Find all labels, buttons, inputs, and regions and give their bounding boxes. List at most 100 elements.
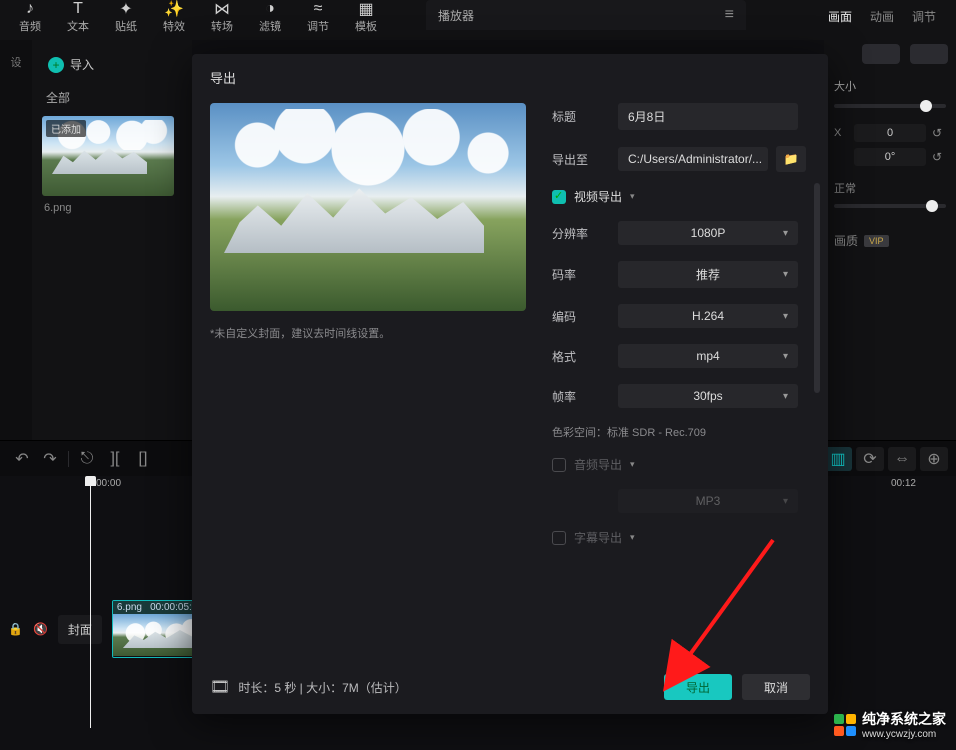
tool-effects-label: 特效 (150, 18, 198, 34)
text-icon: T (54, 0, 102, 18)
tool-template[interactable]: ▦模板 (342, 0, 390, 34)
tool-text-label: 文本 (54, 18, 102, 34)
rotate-value[interactable]: 0° (854, 148, 926, 166)
audio-format-select: MP3▾ (618, 489, 798, 513)
encode-select[interactable]: H.264▾ (618, 304, 798, 328)
cover-button[interactable]: 封面 (58, 615, 102, 644)
title-input[interactable]: 6月8日 (618, 103, 798, 130)
import-label: 导入 (70, 56, 94, 73)
tool-adjust[interactable]: ≈调节 (294, 0, 342, 34)
export-dialog-title: 导出 (192, 54, 828, 93)
opacity-slider[interactable] (834, 204, 946, 208)
playhead[interactable] (90, 478, 91, 728)
prop-chip-1[interactable] (862, 44, 900, 64)
media-thumb-name: 6.png (42, 202, 174, 214)
video-export-section[interactable]: 视频导出 ▾ (552, 188, 806, 205)
export-info-text: 时长：5 秒 | 大小：7M（估计） (238, 679, 406, 696)
transition-icon: ⋈ (198, 0, 246, 18)
form-scrollbar[interactable] (814, 183, 820, 532)
tool-btn-2[interactable]: ][ (101, 447, 129, 471)
split-button[interactable]: ⎋ (73, 447, 101, 471)
video-checkbox[interactable] (552, 190, 566, 204)
slider-knob[interactable] (920, 100, 932, 112)
tool-filter[interactable]: ◑滤镜 (246, 0, 294, 34)
resolution-select[interactable]: 1080P▾ (618, 221, 798, 245)
size-label: 大小 (834, 78, 946, 94)
subtitle-checkbox[interactable] (552, 531, 566, 545)
tool-transition[interactable]: ⋈转场 (198, 0, 246, 34)
plus-icon: + (48, 57, 64, 73)
export-button[interactable]: 导出 (664, 674, 732, 700)
media-thumb[interactable]: 已添加 6.png (42, 116, 174, 214)
quality-row: 画质 VIP (834, 232, 946, 249)
reset-rotate-icon[interactable]: ↺ (932, 150, 946, 164)
prop-chip-2[interactable] (910, 44, 948, 64)
redo-button[interactable]: ↷ (36, 447, 64, 471)
x-value[interactable]: 0 (854, 124, 926, 142)
bitrate-select[interactable]: 推荐▾ (618, 261, 798, 288)
tool-btn-3[interactable]: [] (129, 447, 157, 471)
reset-x-icon[interactable]: ↺ (932, 126, 946, 140)
title-label: 标题 (552, 108, 618, 125)
clip-name: 6.png (117, 602, 142, 613)
magnet-button[interactable]: ▥ (824, 447, 852, 471)
sidebar-item[interactable]: 设 (0, 46, 32, 78)
video-section-label: 视频导出 (574, 188, 622, 205)
resolution-label: 分辨率 (552, 225, 618, 242)
cancel-button[interactable]: 取消 (742, 674, 810, 700)
media-thumb-image: 已添加 (42, 116, 174, 196)
tool-text[interactable]: T文本 (54, 0, 102, 34)
browse-button[interactable]: 📁 (776, 146, 806, 172)
bitrate-label: 码率 (552, 266, 618, 283)
sticker-icon: ✦ (102, 0, 150, 18)
tool-filter-label: 滤镜 (246, 18, 294, 34)
media-category-all[interactable]: 全部 (46, 89, 182, 106)
music-icon: ♪ (6, 0, 54, 18)
export-form: 标题 6月8日 导出至 C:/Users/Administrator/... 📁… (552, 103, 820, 562)
top-toolbar: ♪音频 T文本 ✦贴纸 ✨特效 ⋈转场 ◑滤镜 ≈调节 ▦模板 播放器 ≡ 画面… (0, 0, 956, 40)
lock-icon[interactable]: 🔒 (8, 622, 23, 636)
tab-animation[interactable]: 动画 (870, 8, 894, 25)
undo-button[interactable]: ↶ (8, 447, 36, 471)
fps-select[interactable]: 30fps▾ (618, 384, 798, 408)
left-sidebar: 设 (0, 40, 32, 440)
more-button[interactable]: ⊕ (920, 447, 948, 471)
format-label: 格式 (552, 348, 618, 365)
property-tabs: 画面 动画 调节 (814, 0, 950, 33)
format-select[interactable]: mp4▾ (618, 344, 798, 368)
tool-sticker[interactable]: ✦贴纸 (102, 0, 150, 34)
effects-icon: ✨ (150, 0, 198, 18)
tool-template-label: 模板 (342, 18, 390, 34)
adjust-icon: ≈ (294, 0, 342, 18)
player-tab[interactable]: 播放器 ≡ (426, 0, 746, 30)
menu-icon[interactable]: ≡ (725, 6, 734, 24)
size-slider[interactable] (834, 104, 946, 108)
link-button[interactable]: ⟳ (856, 447, 884, 471)
align-button[interactable]: ⇔ (888, 447, 916, 471)
added-badge: 已添加 (46, 120, 86, 137)
mute-icon[interactable]: 🔇 (33, 622, 48, 636)
tool-audio-label: 音频 (6, 18, 54, 34)
subtitle-export-section[interactable]: 字幕导出 ▾ (552, 529, 806, 546)
encode-label: 编码 (552, 308, 618, 325)
audio-checkbox[interactable] (552, 458, 566, 472)
folder-icon: 📁 (784, 152, 799, 166)
slider-knob-2[interactable] (926, 200, 938, 212)
media-panel: + 导入 全部 已添加 6.png (32, 40, 192, 440)
tool-audio[interactable]: ♪音频 (6, 0, 54, 34)
vip-badge: VIP (864, 235, 889, 247)
tab-adjust[interactable]: 调节 (912, 8, 936, 25)
ruler-start: 00:00 (96, 478, 121, 489)
tool-effects[interactable]: ✨特效 (150, 0, 198, 34)
export-preview (210, 103, 526, 311)
chevron-down-icon: ▾ (630, 532, 635, 543)
colorspace-info: 色彩空间：标准 SDR - Rec.709 (552, 424, 806, 440)
tab-canvas[interactable]: 画面 (828, 8, 852, 25)
x-label: X (834, 127, 848, 139)
path-input[interactable]: C:/Users/Administrator/... (618, 147, 768, 171)
import-button[interactable]: + 导入 (42, 54, 182, 75)
cover-tip: *未自定义封面，建议去时间线设置。 (210, 325, 526, 341)
watermark: 纯净系统之家 www.ycwzjy.com (834, 709, 946, 740)
audio-export-section[interactable]: 音频导出 ▾ (552, 456, 806, 473)
watermark-name: 纯净系统之家 (862, 711, 946, 727)
